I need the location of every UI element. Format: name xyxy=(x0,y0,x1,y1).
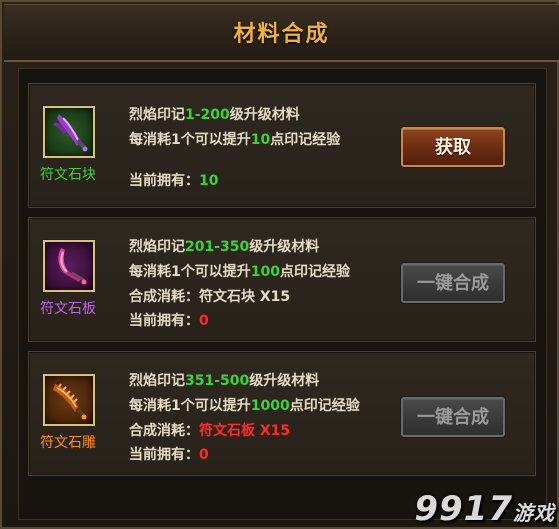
level-range-text: 烈焰印记1-200级升级材料 xyxy=(129,107,300,123)
purple-blade-icon[interactable] xyxy=(43,106,95,158)
one-click-synthesize-button[interactable]: 一键合成 xyxy=(401,263,505,303)
watermark-logo: 9917游戏 xyxy=(414,489,555,529)
item-name: 符文石块 xyxy=(40,167,96,183)
materials-panel: 符文石块 烈焰印记1-200级升级材料 每消耗1个可以提升10点印记经验 当前拥… xyxy=(18,68,547,520)
level-range-text: 烈焰印记201-350级升级材料 xyxy=(129,239,320,255)
obtain-button[interactable]: 获取 xyxy=(401,127,505,167)
material-row-rune-slab: 符文石板 烈焰印记201-350级升级材料 每消耗1个可以提升100点印记经验 … xyxy=(28,217,536,342)
synthesis-window: 材料合成 符文石块 烈焰印记1-200级升级材料 每消耗1个可以提升10点印记经… xyxy=(0,0,559,529)
exp-gain-text: 每消耗1个可以提升1000点印记经验 xyxy=(129,398,360,414)
level-range-text: 烈焰印记351-500级升级材料 xyxy=(129,373,320,389)
exp-gain-text: 每消耗1个可以提升100点印记经验 xyxy=(129,264,350,280)
owned-count-text: 当前拥有：0 xyxy=(129,447,209,463)
owned-count-text: 当前拥有：10 xyxy=(129,173,219,189)
material-row-rune-carving: 符文石雕 烈焰印记351-500级升级材料 每消耗1个可以提升1000点印记经验… xyxy=(28,351,536,476)
item-name: 符文石雕 xyxy=(40,435,96,451)
item-name: 符文石板 xyxy=(40,301,96,317)
owned-count-text: 当前拥有：0 xyxy=(129,313,209,329)
exp-gain-text: 每消耗1个可以提升10点印记经验 xyxy=(129,132,341,148)
magenta-blade-icon[interactable] xyxy=(43,240,95,292)
material-row-rune-block: 符文石块 烈焰印记1-200级升级材料 每消耗1个可以提升10点印记经验 当前拥… xyxy=(28,83,536,208)
orange-blade-icon[interactable] xyxy=(43,374,95,426)
title-bar: 材料合成 xyxy=(4,4,559,62)
one-click-synthesize-button[interactable]: 一键合成 xyxy=(401,397,505,437)
synthesis-cost-text: 合成消耗：符文石板 X15 xyxy=(129,423,291,439)
synthesis-cost-text: 合成消耗：符文石块 X15 xyxy=(129,289,291,305)
window-title: 材料合成 xyxy=(233,22,330,47)
